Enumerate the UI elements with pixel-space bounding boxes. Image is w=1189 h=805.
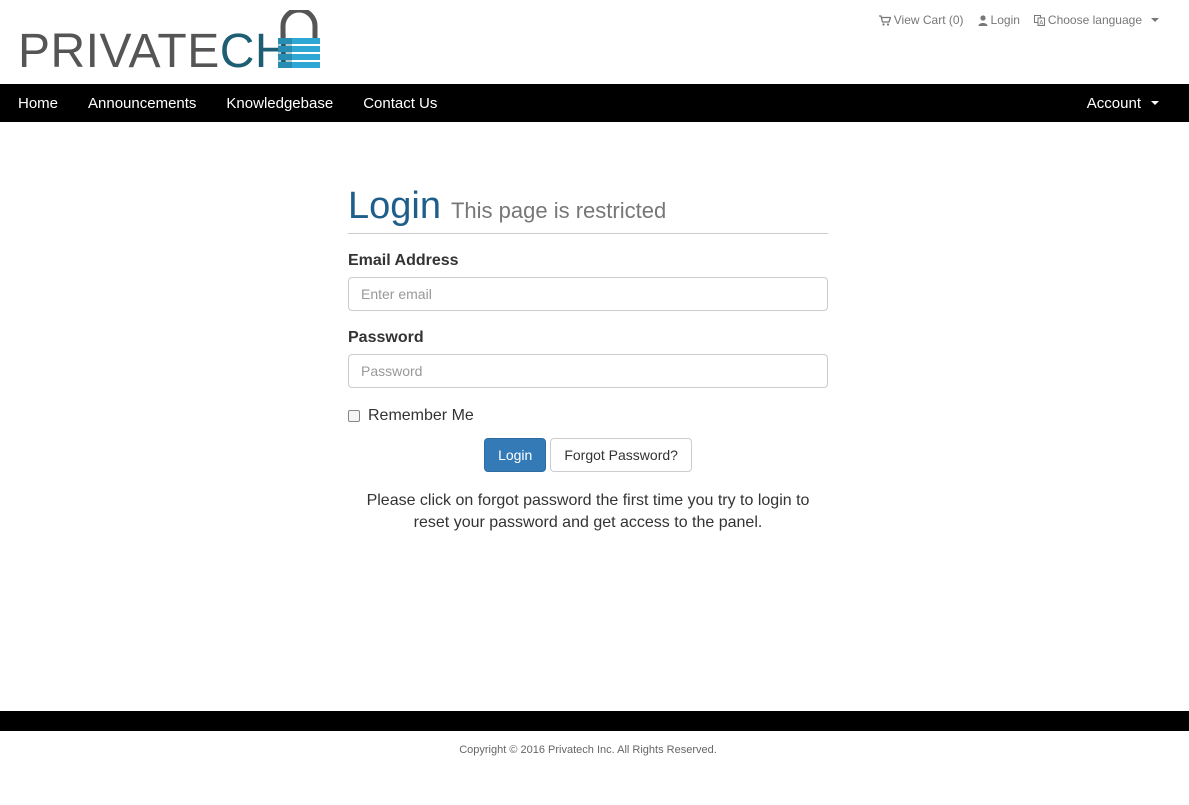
copyright-text: Copyright © 2016 Privatech Inc. All Righ… xyxy=(459,744,717,756)
footer-bar xyxy=(0,711,1189,731)
site-header: PRIVATECH View Cart (0) Login A Choose l… xyxy=(0,0,1189,84)
account-label: Account xyxy=(1086,94,1141,112)
remember-me-checkbox[interactable] xyxy=(348,410,360,422)
choose-language-label: Choose language xyxy=(1047,13,1142,27)
chevron-down-icon xyxy=(1151,18,1159,22)
login-link[interactable]: Login xyxy=(978,13,1020,27)
view-cart-link[interactable]: View Cart (0) xyxy=(878,13,964,27)
page-title: Login xyxy=(348,185,441,227)
logo-text-gray: PRIVATE xyxy=(18,25,220,78)
cart-icon xyxy=(878,14,891,26)
password-label: Password xyxy=(348,329,424,346)
nav-items: Home Announcements Knowledgebase Contact… xyxy=(18,84,437,122)
email-input[interactable] xyxy=(348,277,828,311)
language-icon: A xyxy=(1033,14,1045,26)
login-panel: Login This page is restricted Email Addr… xyxy=(348,184,828,534)
main-navbar: Home Announcements Knowledgebase Contact… xyxy=(0,84,1189,122)
account-dropdown[interactable]: Account xyxy=(1087,84,1159,122)
nav-item-home[interactable]: Home xyxy=(18,95,58,112)
chevron-down-icon xyxy=(1151,101,1159,105)
user-icon xyxy=(978,14,988,26)
page-subtitle: This page is restricted xyxy=(450,198,667,223)
view-cart-label: View Cart (0) xyxy=(893,13,964,27)
login-note: Please click on forgot password the firs… xyxy=(366,492,810,531)
choose-language-dropdown[interactable]: A Choose language xyxy=(1033,13,1159,27)
form-buttons: Login Forgot Password? xyxy=(348,438,828,472)
login-button[interactable]: Login xyxy=(484,438,547,472)
top-links: View Cart (0) Login A Choose language xyxy=(878,13,1159,27)
privatech-logo[interactable]: PRIVATECH xyxy=(18,8,328,78)
login-link-label: Login xyxy=(990,13,1020,27)
password-input[interactable] xyxy=(348,354,828,388)
email-label: Email Address xyxy=(348,252,459,269)
padlock-icon xyxy=(278,10,320,68)
nav-item-contact-us[interactable]: Contact Us xyxy=(363,95,437,112)
remember-me-label[interactable]: Remember Me xyxy=(368,407,474,425)
nav-item-announcements[interactable]: Announcements xyxy=(88,95,196,112)
login-heading: Login This page is restricted xyxy=(348,184,828,234)
nav-item-knowledgebase[interactable]: Knowledgebase xyxy=(226,95,333,112)
remember-me-row: Remember Me xyxy=(348,407,828,425)
forgot-password-button[interactable]: Forgot Password? xyxy=(550,438,692,472)
logo-wordmark: PRIVATECH xyxy=(18,28,290,76)
